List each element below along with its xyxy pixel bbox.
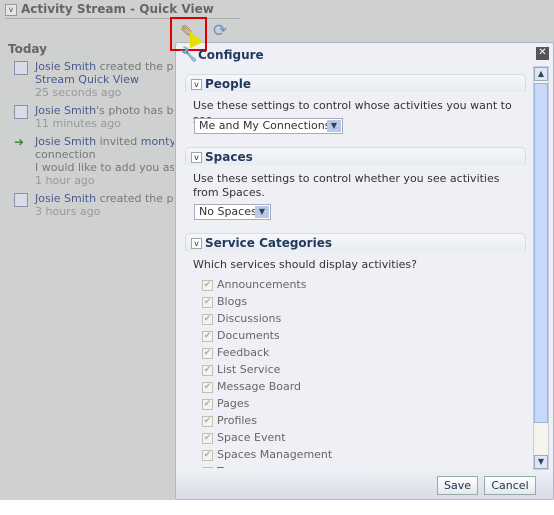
checkbox[interactable]: ✔ (202, 296, 213, 308)
panel-title: Activity Stream - Quick View (21, 2, 214, 16)
scroll-down-icon[interactable]: ▼ (534, 455, 548, 469)
checkbox-label: Documents (217, 329, 280, 342)
service-checkbox-item[interactable]: ✔ Message Board (202, 380, 301, 394)
service-list: ✔ Announcements ✔ Blogs ✔ Discussions ✔ Documen… (176, 270, 532, 468)
section-heading: Today (8, 42, 47, 56)
activity-message: I would like to add you as my (35, 161, 174, 174)
scrollbar[interactable]: ▲ ▼ (533, 66, 549, 470)
page-icon (14, 61, 28, 75)
checkbox-label: List Service (217, 363, 281, 376)
checkbox[interactable]: ✔ (202, 330, 213, 342)
checkbox-label: Discussions (217, 312, 282, 325)
actor-link[interactable]: Josie Smith (35, 135, 96, 148)
checkbox[interactable]: ✔ (202, 432, 213, 444)
checkbox[interactable]: ✔ (202, 449, 213, 461)
invite-icon: ➜ (14, 135, 25, 149)
wrench-icon: 🔧 (180, 47, 198, 63)
service-checkbox-item[interactable]: ✔ Discussions (202, 312, 281, 326)
spaces-section-header[interactable]: v Spaces (185, 147, 526, 165)
checkbox-label: Space Event (217, 431, 286, 444)
checkbox-label: Pages (217, 397, 250, 410)
chevron-down-icon: ▼ (255, 206, 269, 218)
activity-text: created the page (99, 192, 174, 205)
actor-link[interactable]: Josie Smith (35, 60, 96, 73)
list-item: Josie Smith created the page Stream Quic… (14, 60, 174, 99)
activity-text: connection (35, 148, 96, 161)
photo-icon (14, 105, 28, 119)
checkbox[interactable]: ✔ (202, 313, 213, 325)
service-checkbox-item[interactable]: ✔ Feedback (202, 346, 269, 360)
service-checkbox-item[interactable]: ✔ Documents (202, 329, 280, 343)
refresh-icon[interactable]: ⟳ (213, 21, 227, 41)
close-icon[interactable]: ✕ (536, 47, 549, 60)
spaces-description: Use these settings to control whether yo… (193, 172, 500, 199)
checkbox-label: Profiles (217, 414, 257, 427)
service-checkbox-item[interactable]: ✔ List Service (202, 363, 280, 377)
section-label: Spaces (205, 150, 253, 164)
service-checkbox-item[interactable]: ✔ Tags (202, 465, 241, 468)
checkbox[interactable]: ✔ (202, 398, 213, 410)
checkbox-label: Blogs (217, 295, 248, 308)
timestamp: 1 hour ago (35, 174, 95, 187)
checkbox-label: Message Board (217, 380, 302, 393)
cancel-button[interactable]: Cancel (484, 476, 536, 495)
section-label: Service Categories (205, 236, 332, 250)
chevron-down-icon[interactable]: v (5, 4, 17, 16)
scrollbar-thumb[interactable] (534, 83, 548, 423)
chevron-down-icon: ▼ (327, 120, 341, 132)
checkbox-label: Feedback (217, 346, 270, 359)
activity-text: invited (96, 135, 141, 148)
checkbox[interactable]: ✔ (202, 279, 213, 291)
checkbox[interactable]: ✔ (202, 381, 213, 393)
section-label: People (205, 77, 252, 91)
service-checkbox-item[interactable]: ✔ Spaces Management (202, 448, 332, 462)
timestamp: 25 seconds ago (35, 86, 122, 99)
people-section-header[interactable]: v People (185, 74, 526, 92)
list-item: ➜ Josie Smith invited monty coi connecti… (14, 135, 174, 187)
service-categories-section-header[interactable]: v Service Categories (185, 233, 526, 251)
timestamp: 11 minutes ago (35, 117, 121, 130)
checkbox[interactable]: ✔ (202, 466, 213, 468)
checkbox-label: Tags (217, 465, 241, 468)
list-item: Josie Smith's photo has been 11 minutes … (14, 104, 174, 130)
page-icon (14, 193, 28, 207)
list-item: Josie Smith created the page 3 hours ago (14, 192, 174, 218)
chevron-down-icon[interactable]: v (191, 152, 202, 163)
checkbox[interactable]: ✔ (202, 364, 213, 376)
activity-text: created the page (99, 60, 174, 73)
checkbox[interactable]: ✔ (202, 347, 213, 359)
checkbox-label: Announcements (217, 278, 307, 291)
service-checkbox-item[interactable]: ✔ Pages (202, 397, 249, 411)
dialog-title: Configure (198, 48, 264, 62)
timestamp: 3 hours ago (35, 205, 101, 218)
page-link[interactable]: Stream Quick View (35, 73, 174, 86)
spaces-select[interactable]: No Spaces ▼ (194, 204, 271, 220)
service-checkbox-item[interactable]: ✔ Profiles (202, 414, 257, 428)
service-checkbox-item[interactable]: ✔ Announcements (202, 278, 306, 292)
service-checkbox-item[interactable]: ✔ Blogs (202, 295, 247, 309)
service-checkbox-item[interactable]: ✔ Space Event (202, 431, 286, 445)
actor-link[interactable]: Josie Smith (35, 192, 96, 205)
chevron-down-icon[interactable]: v (191, 238, 202, 249)
checkbox-label: Spaces Management (217, 448, 333, 461)
chevron-down-icon[interactable]: v (191, 79, 202, 90)
scroll-up-icon[interactable]: ▲ (534, 67, 548, 81)
save-button[interactable]: Save (437, 476, 478, 495)
select-value: No Spaces (199, 205, 257, 218)
target-link[interactable]: monty coi (141, 135, 174, 148)
checkbox[interactable]: ✔ (202, 415, 213, 427)
people-select[interactable]: Me and My Connections ▼ (194, 118, 343, 134)
actor-link[interactable]: Josie Smith (35, 104, 96, 117)
activity-text: 's photo has been (96, 104, 174, 117)
select-value: Me and My Connections (199, 119, 331, 132)
